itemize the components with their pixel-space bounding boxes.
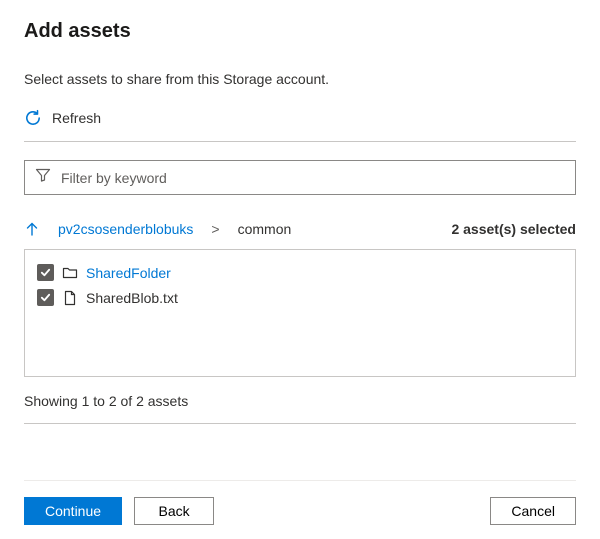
refresh-button[interactable]: Refresh: [24, 109, 576, 142]
refresh-icon: [24, 109, 42, 127]
showing-text: Showing 1 to 2 of 2 assets: [24, 393, 576, 424]
footer: Continue Back Cancel: [24, 480, 576, 525]
continue-button[interactable]: Continue: [24, 497, 122, 525]
filter-input[interactable]: [61, 170, 565, 186]
footer-left: Continue Back: [24, 497, 214, 525]
filter-icon: [35, 167, 51, 188]
breadcrumb-root[interactable]: pv2csosenderblobuks: [58, 221, 193, 237]
breadcrumb-separator: >: [211, 221, 219, 237]
back-button[interactable]: Back: [134, 497, 214, 525]
cancel-button[interactable]: Cancel: [490, 497, 576, 525]
breadcrumb: pv2csosenderblobuks > common: [24, 221, 291, 237]
asset-name[interactable]: SharedFolder: [86, 265, 171, 281]
asset-name[interactable]: SharedBlob.txt: [86, 290, 178, 306]
asset-listing: SharedFolder SharedBlob.txt: [24, 249, 576, 377]
list-item[interactable]: SharedFolder: [37, 260, 563, 285]
file-icon: [62, 290, 78, 306]
page-title: Add assets: [24, 20, 576, 43]
folder-icon: [62, 265, 78, 281]
list-item[interactable]: SharedBlob.txt: [37, 285, 563, 310]
filter-input-container[interactable]: [24, 160, 576, 195]
breadcrumb-current: common: [238, 221, 292, 237]
refresh-label: Refresh: [52, 110, 101, 126]
checkbox[interactable]: [37, 264, 54, 281]
page-subtitle: Select assets to share from this Storage…: [24, 71, 576, 87]
up-arrow-icon[interactable]: [24, 221, 40, 237]
breadcrumb-bar: pv2csosenderblobuks > common 2 asset(s) …: [24, 221, 576, 237]
checkbox[interactable]: [37, 289, 54, 306]
selection-count: 2 asset(s) selected: [451, 221, 576, 237]
